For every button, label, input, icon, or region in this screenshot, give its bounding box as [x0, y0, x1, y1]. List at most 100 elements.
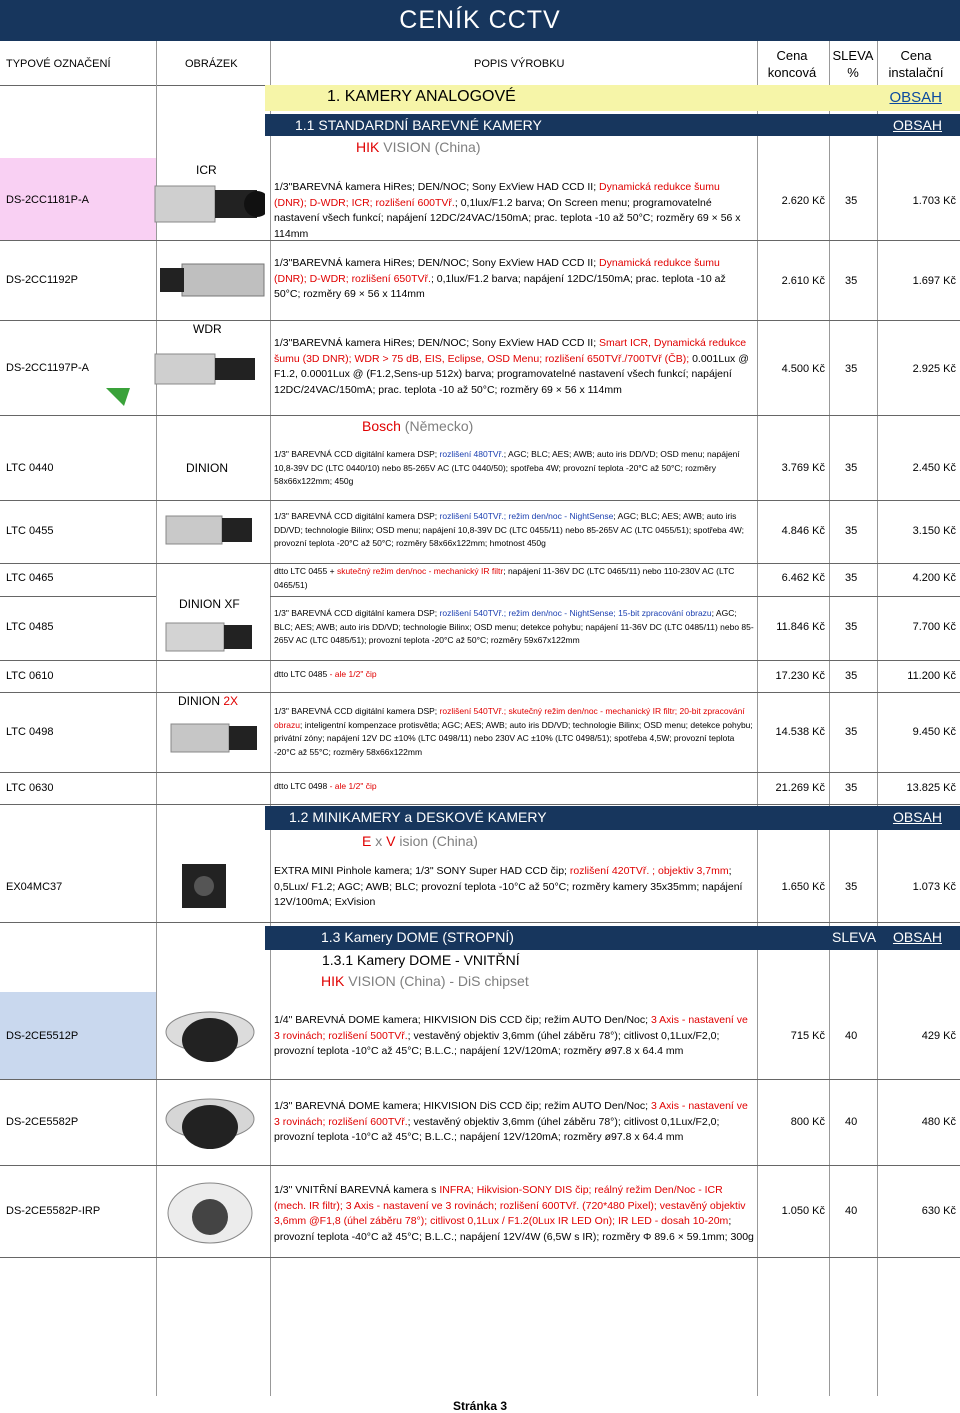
- price: 3.769 Kč: [781, 462, 825, 474]
- price: 1.650 Kč: [781, 881, 825, 893]
- product-desc: 1/3" BAREVNÁ CCD digitální kamera DSP; r…: [274, 511, 744, 548]
- table-row: LTC 0465 dtto LTC 0455 + skutečný režim …: [0, 563, 960, 596]
- camera-image: [160, 263, 265, 297]
- camera-image: [167, 1182, 253, 1244]
- table-row: EX04MC37 EXTRA MINI Pinhole kamera; 1/3"…: [0, 852, 960, 923]
- product-desc: dtto LTC 0485 - ale 1/2" čip: [274, 669, 377, 679]
- product-desc: 1/3" BAREVNÁ DOME kamera; HIKVISION DiS …: [274, 1100, 748, 1143]
- table-row: DS-2CE5582P-IRP 1/3" VNITŘNÍ BAREVNÁ kam…: [0, 1165, 960, 1258]
- install-price: 480 Kč: [921, 1116, 956, 1128]
- product-code: LTC 0440: [6, 462, 54, 474]
- discount: 35: [845, 726, 858, 738]
- price: 14.538 Kč: [775, 726, 825, 738]
- discount: 40: [845, 1030, 858, 1042]
- section-dome: 1.3 Kamery DOME (STROPNÍ) SLEVA OBSAH: [265, 926, 960, 950]
- sleva-label: SLEVA: [832, 929, 877, 945]
- obsah-link[interactable]: OBSAH: [893, 929, 942, 945]
- product-desc: 1/3" BAREVNÁ CCD digitální kamera DSP; r…: [274, 449, 740, 486]
- discount: 35: [845, 462, 858, 474]
- install-price: 7.700 Kč: [912, 621, 956, 633]
- price: 17.230 Kč: [775, 670, 825, 682]
- section-title: 1.1 STANDARDNÍ BAREVNÉ KAMERY: [295, 117, 542, 133]
- install-price: 13.825 Kč: [906, 782, 956, 794]
- product-code: DS-2CC1192P: [6, 274, 78, 286]
- camera-image: [170, 723, 257, 753]
- table-row: LTC 0498 DINION 2X 1/3" BAREVNÁ CCD digi…: [0, 692, 960, 773]
- table-row: LTC 0440 DINION 1/3" BAREVNÁ CCD digitál…: [0, 438, 960, 501]
- product-desc: 1/3" BAREVNÁ CCD digitální kamera DSP; r…: [274, 608, 754, 645]
- brand-hikvision: HIK VISION (China): [356, 139, 481, 155]
- product-code: DS-2CE5512P: [6, 1030, 79, 1042]
- category-title: 1. KAMERY ANALOGOVÉ: [327, 88, 516, 105]
- discount: 35: [845, 275, 858, 287]
- install-price: 1.697 Kč: [912, 275, 956, 287]
- section-title: 1.3 Kamery DOME (STROPNÍ): [321, 929, 514, 945]
- product-desc: 1/3" BAREVNÁ CCD digitální kamera DSP; r…: [274, 706, 753, 757]
- price: 2.620 Kč: [781, 195, 825, 207]
- discount: 35: [845, 881, 858, 893]
- discount: 35: [845, 670, 858, 682]
- image-label: DINION: [186, 461, 228, 475]
- col-price-header: Cena koncová: [767, 48, 817, 80]
- product-code: DS-2CC1197P-A: [6, 362, 89, 374]
- price: 800 Kč: [790, 1116, 825, 1128]
- section-title: 1.2 MINIKAMERY a DESKOVÉ KAMERY: [289, 809, 547, 825]
- install-price: 4.200 Kč: [912, 572, 956, 584]
- table-row: LTC 0455 1/3" BAREVNÁ CCD digitální kame…: [0, 500, 960, 564]
- image-label: DINION 2X: [178, 694, 239, 708]
- section-standard: 1.1 STANDARDNÍ BAREVNÉ KAMERY OBSAH: [265, 114, 960, 136]
- subsection-title: 1.3.1 Kamery DOME - VNITŘNÍ: [322, 952, 520, 968]
- col-type-header: TYPOVÉ OZNAČENÍ: [6, 58, 111, 70]
- price: 4.500 Kč: [781, 363, 825, 375]
- camera-image: [165, 622, 252, 652]
- col-image-header: OBRÁZEK: [185, 58, 238, 70]
- product-desc: 1/3"BAREVNÁ kamera HiRes; DEN/NOC; Sony …: [274, 337, 749, 396]
- image-label: ICR: [196, 163, 217, 177]
- table-row: LTC 0630 dtto LTC 0498 - ale 1/2" čip 21…: [0, 772, 960, 805]
- product-code: LTC 0630: [6, 782, 54, 794]
- price: 21.269 Kč: [775, 782, 825, 794]
- price: 4.846 Kč: [781, 525, 825, 537]
- camera-image: [165, 1098, 255, 1149]
- product-code: LTC 0455: [6, 525, 54, 537]
- image-label: DINION XF: [179, 597, 240, 611]
- discount: 35: [845, 782, 858, 794]
- brand-hikvision-dis: HIK VISION (China) - DiS chipset: [321, 973, 529, 989]
- product-code: LTC 0465: [6, 572, 54, 584]
- camera-image: [154, 185, 265, 223]
- col-inst-header: Cena instalační: [888, 48, 944, 80]
- discount: 40: [845, 1205, 858, 1217]
- install-price: 11.200 Kč: [907, 670, 956, 682]
- brand-exvision: E x V ision (China): [362, 833, 478, 849]
- product-code: DS-2CE5582P-IRP: [6, 1205, 101, 1217]
- product-code: DS-2CE5582P: [6, 1116, 79, 1128]
- discount: 35: [845, 621, 858, 633]
- discount: 35: [845, 363, 858, 375]
- section-minikamery: 1.2 MINIKAMERY a DESKOVÉ KAMERY OBSAH: [265, 806, 960, 830]
- product-desc: EXTRA MINI Pinhole kamera; 1/3" SONY Sup…: [274, 865, 743, 908]
- obsah-link[interactable]: OBSAH: [893, 809, 942, 825]
- install-price: 3.150 Kč: [912, 525, 956, 537]
- table-row: DS-2CE5512P 1/4" BAREVNÁ DOME kamera; HI…: [0, 992, 960, 1080]
- product-code: DS-2CC1181P-A: [6, 194, 89, 206]
- camera-image: [106, 353, 255, 406]
- table-header: TYPOVÉ OZNAČENÍ OBRÁZEK POPIS VÝROBKU Ce…: [0, 41, 960, 86]
- product-desc: dtto LTC 0498 - ale 1/2" čip: [274, 781, 377, 791]
- price: 1.050 Kč: [781, 1205, 825, 1217]
- table-row: DS-2CC1197P-A WDR 1/3"BAREVNÁ kamera HiR…: [0, 320, 960, 416]
- obsah-link[interactable]: OBSAH: [893, 117, 942, 133]
- install-price: 1.073 Kč: [912, 881, 956, 893]
- discount: 35: [845, 195, 858, 207]
- install-price: 9.450 Kč: [912, 726, 956, 738]
- table-row: DS-2CC1181P-A ICR 1/3"BAREVNÁ kamera HiR…: [0, 158, 960, 241]
- camera-image: [182, 864, 226, 908]
- category-analog: 1. KAMERY ANALOGOVÉ OBSAH: [265, 85, 960, 111]
- install-price: 1.703 Kč: [912, 195, 956, 207]
- product-desc: dtto LTC 0455 + skutečný režim den/noc -…: [274, 566, 735, 590]
- obsah-link[interactable]: OBSAH: [889, 89, 942, 106]
- table-row: LTC 0485 DINION XF 1/3" BAREVNÁ CCD digi…: [0, 597, 960, 661]
- page-title: CENÍK CCTV: [0, 0, 960, 41]
- price: 2.610 Kč: [781, 275, 825, 287]
- install-price: 429 Kč: [921, 1030, 956, 1042]
- install-price: 2.450 Kč: [912, 462, 956, 474]
